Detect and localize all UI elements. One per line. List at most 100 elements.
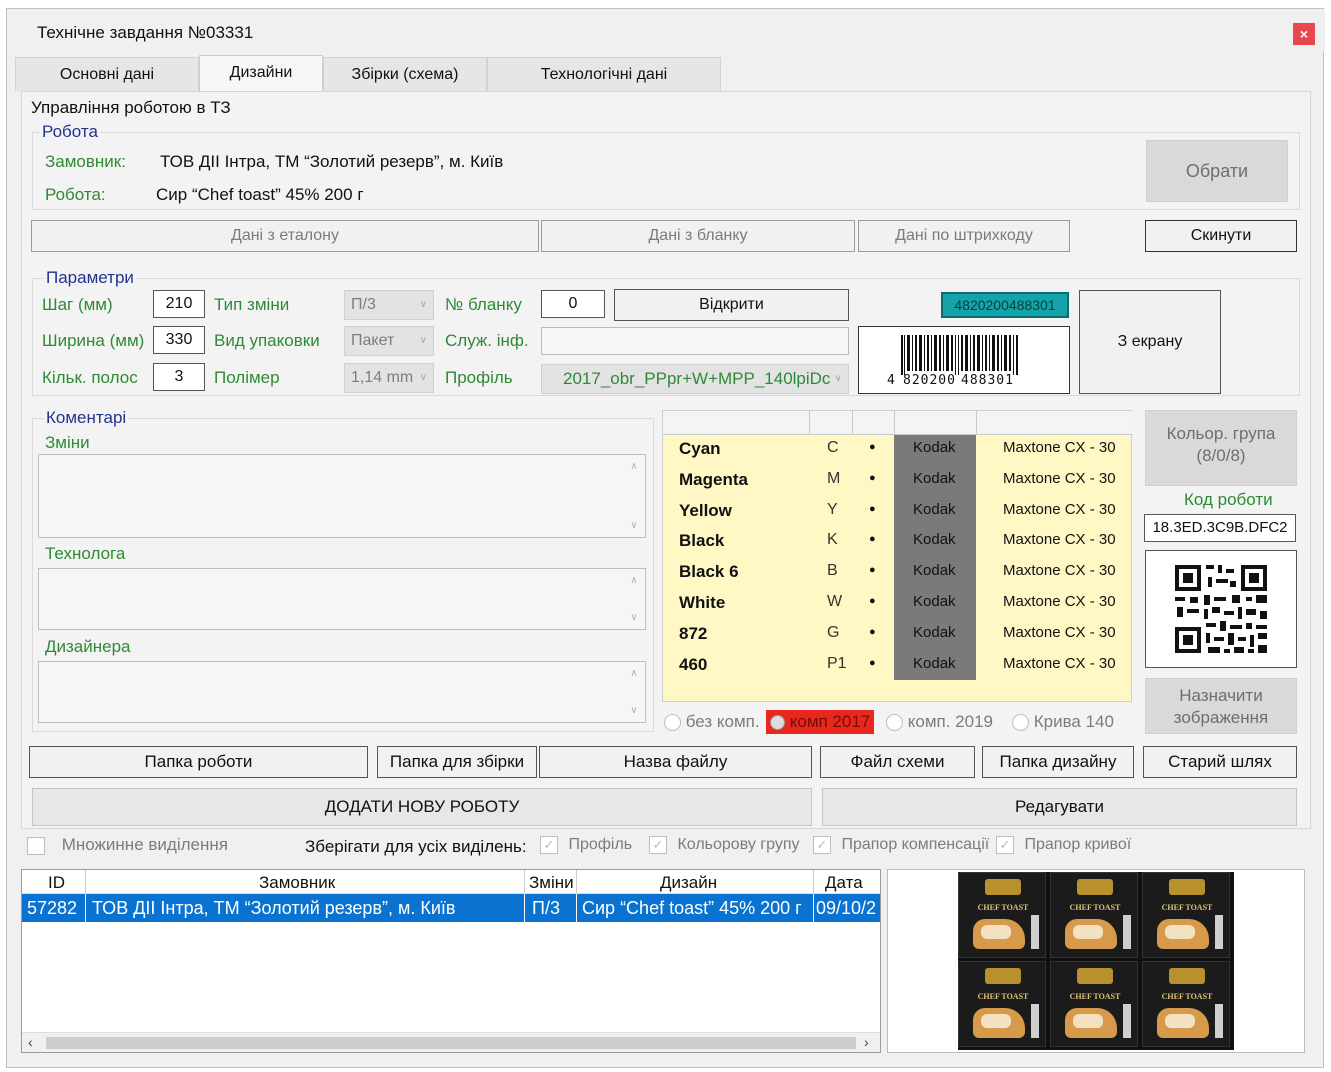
data-by-barcode-button[interactable]: Дані по штрихкоду bbox=[858, 220, 1070, 252]
keep-profile-checkbox[interactable]: ✓ bbox=[540, 836, 558, 854]
scrollbar-thumb[interactable] bbox=[46, 1037, 856, 1049]
tab-main-data[interactable]: Основні дані bbox=[15, 57, 199, 91]
grid-header-design[interactable]: Дизайн bbox=[660, 873, 717, 893]
old-path-button[interactable]: Старий шлях bbox=[1143, 746, 1297, 778]
choose-button[interactable]: Обрати bbox=[1146, 140, 1288, 202]
comp-2017-option[interactable]: комп 2017 bbox=[766, 710, 875, 734]
comp-none-radio[interactable] bbox=[664, 714, 681, 732]
ink-name: Black 6 bbox=[679, 562, 739, 582]
ink-row[interactable]: 872 G ● Kodak Maxtone CX - 30 bbox=[663, 622, 1133, 653]
design-folder-button[interactable]: Папка дизайну bbox=[982, 746, 1134, 778]
work-value: Сир “Chef toast” 45% 200 г bbox=[156, 185, 364, 204]
cheese-image bbox=[1165, 925, 1195, 939]
scroll-up-icon[interactable]: ∧ bbox=[627, 461, 641, 472]
comp-none-option[interactable]: без комп. bbox=[664, 712, 760, 732]
table-row[interactable]: 57282 ТОВ ДІІ Інтра, ТМ “Золотий резерв”… bbox=[22, 894, 880, 922]
pack-type-label: Вид упаковки bbox=[214, 331, 320, 350]
blank-no-input[interactable]: 0 bbox=[541, 290, 605, 318]
ink-row[interactable]: Yellow Y ● Kodak Maxtone CX - 30 bbox=[663, 499, 1133, 530]
multi-select-option[interactable]: Множинне виділення bbox=[27, 835, 228, 855]
service-info-input[interactable] bbox=[541, 327, 849, 355]
polymer-value: 1,14 mm bbox=[351, 369, 414, 386]
grid-header-customer[interactable]: Замовник bbox=[259, 873, 335, 893]
window-title: Технічне завдання №03331 bbox=[37, 23, 254, 42]
grid-header-id[interactable]: ID bbox=[48, 873, 65, 893]
ink-row[interactable]: 460 P1 ● Kodak Maxtone CX - 30 bbox=[663, 653, 1133, 684]
from-screen-button[interactable]: З екрану bbox=[1079, 290, 1221, 394]
keep-comp-flag-option[interactable]: ✓ Прапор компенсації bbox=[813, 836, 989, 854]
work-folder-button[interactable]: Папка роботи bbox=[29, 746, 368, 778]
comp-2019-option[interactable]: комп. 2019 bbox=[886, 712, 993, 732]
ink-name: Magenta bbox=[679, 469, 748, 489]
pack-type-value: Пакет bbox=[351, 332, 395, 349]
file-name-button[interactable]: Назва файлу bbox=[539, 746, 812, 778]
color-group-button-label: Кольор. група bbox=[1166, 424, 1276, 443]
scroll-up-icon[interactable]: ∧ bbox=[627, 668, 641, 679]
data-from-blank-button[interactable]: Дані з бланку bbox=[541, 220, 855, 252]
shift-type-select[interactable]: П/3 ∨ bbox=[344, 290, 434, 320]
grid-header-date[interactable]: Дата bbox=[825, 873, 863, 893]
keep-curve-flag-checkbox[interactable]: ✓ bbox=[996, 836, 1014, 854]
ink-plate: Maxtone CX - 30 bbox=[1003, 593, 1116, 610]
brand-crown-icon bbox=[1077, 879, 1113, 895]
assembly-folder-button[interactable]: Папка для збірки bbox=[377, 746, 537, 778]
curve-140-radio[interactable] bbox=[1012, 714, 1029, 732]
tab-tech-data[interactable]: Технологічні дані bbox=[487, 57, 721, 91]
scroll-down-icon[interactable]: ∨ bbox=[627, 520, 641, 531]
width-input[interactable]: 330 bbox=[153, 326, 205, 354]
scroll-right-icon[interactable]: › bbox=[864, 1034, 869, 1050]
technologist-memo[interactable]: ∧ ∨ bbox=[38, 568, 646, 630]
curve-140-option[interactable]: Крива 140 bbox=[1012, 712, 1114, 732]
keep-comp-flag-checkbox[interactable]: ✓ bbox=[813, 836, 831, 854]
changes-memo[interactable]: ∧ ∨ bbox=[38, 454, 646, 538]
scroll-left-icon[interactable]: ‹ bbox=[28, 1034, 33, 1050]
work-code-field[interactable]: 18.3ED.3C9B.DFC2 bbox=[1144, 514, 1296, 542]
comp-2017-label: комп 2017 bbox=[789, 712, 871, 731]
curve-140-label: Крива 140 bbox=[1033, 712, 1114, 731]
color-group-button[interactable]: Кольор. група (8/0/8) bbox=[1145, 410, 1297, 486]
tab-designs[interactable]: Дизайни bbox=[199, 55, 323, 91]
ink-row[interactable]: Cyan C ● Kodak Maxtone CX - 30 bbox=[663, 437, 1133, 468]
keep-profile-option[interactable]: ✓ Профіль bbox=[540, 836, 632, 854]
grid-header-divider bbox=[85, 870, 86, 894]
package-product-label: CHEF TOAST bbox=[977, 992, 1029, 1001]
row-divider bbox=[85, 894, 86, 922]
comp-2017-radio[interactable] bbox=[770, 715, 785, 731]
keep-color-group-checkbox[interactable]: ✓ bbox=[649, 836, 667, 854]
designer-memo[interactable]: ∧ ∨ bbox=[38, 661, 646, 723]
keep-curve-flag-option[interactable]: ✓ Прапор кривої bbox=[996, 836, 1131, 854]
assign-image-button[interactable]: Назначити зображення bbox=[1145, 678, 1297, 734]
horizontal-scrollbar[interactable]: ‹ › bbox=[22, 1032, 880, 1052]
edit-button[interactable]: Редагувати bbox=[822, 788, 1297, 826]
profile-select[interactable]: 2017_obr_PPpr+W+MPP_140lpiDc ∨ bbox=[541, 364, 849, 394]
params-group-label: Параметри bbox=[44, 268, 136, 288]
assign-image-label-2: зображення bbox=[1173, 708, 1269, 727]
grid-header-changes[interactable]: Зміни bbox=[529, 873, 574, 893]
ink-row[interactable]: White W ● Kodak Maxtone CX - 30 bbox=[663, 591, 1133, 622]
multi-select-checkbox[interactable] bbox=[27, 836, 45, 855]
ink-plate: Maxtone CX - 30 bbox=[1003, 439, 1116, 456]
polymer-select[interactable]: 1,14 mm ∨ bbox=[344, 363, 434, 393]
data-from-etalon-button[interactable]: Дані з еталону bbox=[31, 220, 539, 252]
ink-row[interactable]: Black 6 B ● Kodak Maxtone CX - 30 bbox=[663, 560, 1133, 591]
comp-2019-radio[interactable] bbox=[886, 714, 903, 732]
scroll-down-icon[interactable]: ∨ bbox=[627, 705, 641, 716]
scroll-up-icon[interactable]: ∧ bbox=[627, 575, 641, 586]
scheme-file-button[interactable]: Файл схеми bbox=[820, 746, 975, 778]
shift-type-label: Тип зміни bbox=[214, 295, 290, 314]
reset-button[interactable]: Скинути bbox=[1145, 220, 1297, 252]
work-label: Робота: bbox=[45, 185, 106, 204]
open-button[interactable]: Відкрити bbox=[614, 289, 849, 321]
step-input[interactable]: 210 bbox=[153, 290, 205, 318]
ink-row[interactable]: Magenta M ● Kodak Maxtone CX - 30 bbox=[663, 468, 1133, 499]
add-new-work-button[interactable]: ДОДАТИ НОВУ РОБОТУ bbox=[32, 788, 812, 826]
pack-type-select[interactable]: Пакет ∨ bbox=[344, 326, 434, 356]
tab-assemblies[interactable]: Збірки (схема) bbox=[323, 57, 487, 91]
keep-color-group-option[interactable]: ✓ Кольорову групу bbox=[649, 836, 800, 854]
strips-input[interactable]: 3 bbox=[153, 363, 205, 391]
barcode-value-field[interactable]: 4820200488301 bbox=[941, 292, 1069, 318]
scroll-down-icon[interactable]: ∨ bbox=[627, 612, 641, 623]
ink-row[interactable]: Black K ● Kodak Maxtone CX - 30 bbox=[663, 529, 1133, 560]
ink-name: 460 bbox=[679, 654, 708, 674]
close-button[interactable]: × bbox=[1293, 23, 1315, 45]
